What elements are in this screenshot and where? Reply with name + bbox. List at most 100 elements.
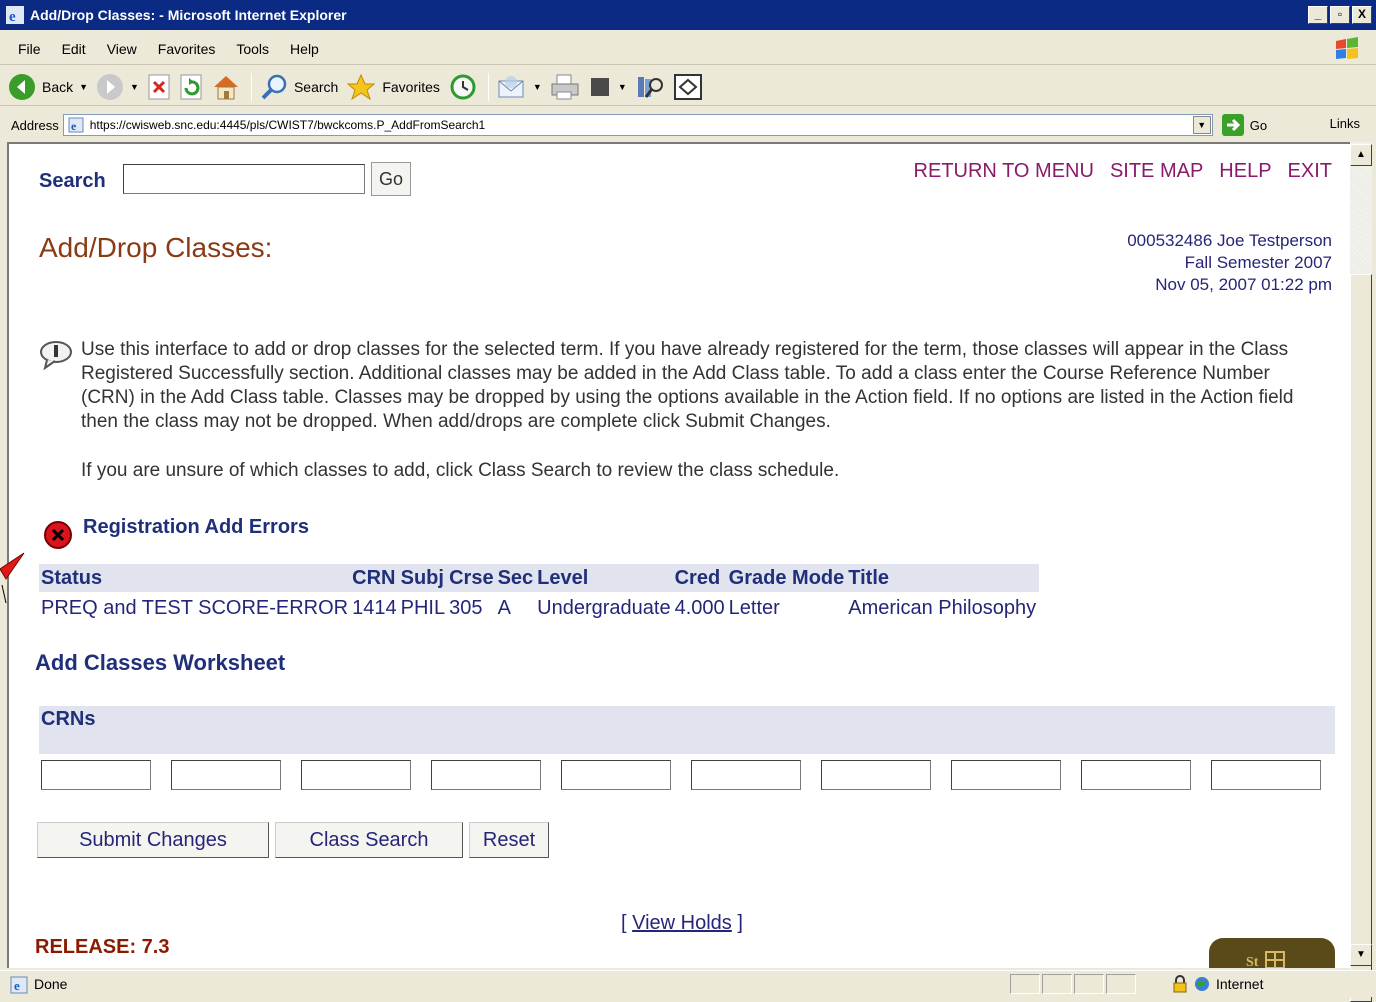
return-to-menu-link[interactable]: RETURN TO MENU [914, 160, 1094, 183]
search-go-button[interactable]: Go [371, 162, 411, 196]
print-button[interactable] [550, 73, 580, 101]
crn-input-9[interactable] [1081, 760, 1191, 790]
menu-file[interactable]: File [18, 41, 41, 57]
address-dropdown-icon[interactable]: ▼ [1192, 116, 1211, 134]
stop-button[interactable] [147, 74, 171, 100]
ie-icon: e [6, 6, 24, 24]
page-title: Add/Drop Classes: [39, 232, 273, 263]
scroll-down-icon[interactable]: ▼ [1350, 944, 1372, 966]
research-button[interactable] [635, 73, 665, 101]
minimize-button[interactable]: _ [1308, 6, 1328, 24]
status-cell [1010, 974, 1040, 994]
forward-button[interactable]: ▼ [96, 73, 139, 101]
crn-input-2[interactable] [171, 760, 281, 790]
red-pointer-arrow [0, 552, 25, 604]
chevron-down-icon[interactable]: ▼ [79, 82, 88, 92]
edit-page-icon [590, 77, 609, 96]
crn-input-3[interactable] [301, 760, 411, 790]
crn-input-4[interactable] [431, 760, 541, 790]
crn-input-8[interactable] [951, 760, 1061, 790]
windows-logo-icon [1336, 37, 1358, 59]
col-crse: Crse [447, 564, 496, 592]
site-map-link[interactable]: SITE MAP [1110, 160, 1203, 183]
menu-edit[interactable]: Edit [62, 41, 86, 57]
search-toolbar-button[interactable]: Search [260, 73, 338, 101]
col-cred: Cred [672, 564, 727, 592]
vertical-scrollbar[interactable]: ▲ ▼ [1350, 142, 1372, 1002]
address-label: Address [11, 117, 59, 133]
cell-crn: 1414 [352, 596, 397, 619]
messenger-button[interactable] [673, 73, 703, 101]
close-button[interactable]: X [1352, 6, 1372, 24]
menu-favorites[interactable]: Favorites [158, 41, 216, 57]
menu-view[interactable]: View [107, 41, 137, 57]
history-button[interactable] [448, 73, 478, 101]
mail-button[interactable]: ▼ [497, 73, 542, 101]
col-subj: Subj [398, 564, 448, 592]
status-cell [1074, 974, 1104, 994]
crn-input-5[interactable] [561, 760, 671, 790]
address-go-button[interactable]: Go [1221, 114, 1267, 136]
worksheet-title: Add Classes Worksheet [35, 650, 286, 675]
scroll-thumb[interactable] [1350, 274, 1372, 1002]
lock-icon [1173, 975, 1187, 993]
address-url[interactable]: https://cwisweb.snc.edu:4445/pls/CWIST7/… [90, 118, 1193, 132]
back-button[interactable]: Back ▼ [8, 73, 88, 101]
table-header-row: Status CRN Subj Crse Sec Level Cred Grad… [39, 564, 1040, 592]
chevron-down-icon[interactable]: ▼ [130, 82, 139, 92]
svg-text:e: e [14, 978, 20, 993]
cell-grade-mode: Letter [728, 596, 780, 619]
form-buttons: Submit Changes Class Search Reset [37, 822, 549, 858]
edit-button[interactable]: ▼ [588, 75, 627, 99]
links-menu[interactable]: Links [1330, 116, 1360, 131]
search-toolbar-label: Search [293, 78, 339, 95]
scroll-up-icon[interactable]: ▲ [1350, 144, 1372, 166]
refresh-button[interactable] [179, 74, 203, 100]
view-holds: [ View Holds ] [621, 912, 743, 934]
crn-input-6[interactable] [691, 760, 801, 790]
crn-input-7[interactable] [821, 760, 931, 790]
page-done-icon: e [10, 976, 28, 994]
col-title: Title [846, 564, 1040, 592]
registration-errors-title: Registration Add Errors [83, 516, 309, 538]
go-arrow-icon [1221, 114, 1244, 136]
address-field[interactable]: e https://cwisweb.snc.edu:4445/pls/CWIST… [62, 114, 1213, 136]
maximize-button[interactable]: ▫ [1330, 6, 1350, 24]
status-cell [1042, 974, 1072, 994]
address-bar: Address e https://cwisweb.snc.edu:4445/p… [0, 110, 1376, 140]
search-icon [261, 74, 287, 99]
help-link[interactable]: HELP [1219, 160, 1271, 183]
favorites-button[interactable]: Favorites [346, 73, 440, 101]
search-input[interactable] [123, 164, 365, 194]
toolbar: Back ▼ ▼ Search Favorites ▼ ▼ [0, 68, 1376, 106]
cell-level: Undergraduate [537, 596, 671, 619]
cell-title: American Philosophy [848, 596, 1037, 619]
college-logo: St [1209, 938, 1335, 968]
menu-tools[interactable]: Tools [236, 41, 269, 57]
crn-input-1[interactable] [41, 760, 151, 790]
menu-help[interactable]: Help [290, 41, 319, 57]
class-search-hint: If you are unsure of which classes to ad… [81, 460, 840, 481]
user-info: 000532486 Joe Testperson Fall Semester 2… [1127, 230, 1332, 296]
chevron-down-icon[interactable]: ▼ [618, 82, 627, 92]
zone-label: Internet [1216, 976, 1264, 992]
printer-icon [551, 74, 579, 99]
table-row: PREQ and TEST SCORE-ERROR 1414 PHIL 305 … [39, 592, 1039, 624]
chevron-down-icon[interactable]: ▼ [533, 82, 542, 92]
security-zone: Internet [1172, 975, 1263, 993]
col-grade-mode: Grade Mode [726, 564, 847, 592]
status-cell [1106, 974, 1136, 994]
reset-button[interactable]: Reset [469, 822, 549, 858]
exit-link[interactable]: EXIT [1288, 160, 1332, 183]
submit-changes-button[interactable]: Submit Changes [37, 822, 269, 858]
class-search-button[interactable]: Class Search [275, 822, 463, 858]
status-bar: e Done Internet [0, 970, 1376, 997]
crn-input-10[interactable] [1211, 760, 1321, 790]
status-text: Done [34, 976, 68, 992]
toolbar-separator [487, 72, 489, 101]
research-icon [637, 76, 663, 98]
date-time: Nov 05, 2007 01:22 pm [1155, 275, 1332, 294]
cell-status: PREQ and TEST SCORE-ERROR [41, 596, 349, 619]
view-holds-link[interactable]: View Holds [632, 912, 732, 934]
home-button[interactable] [211, 73, 241, 101]
